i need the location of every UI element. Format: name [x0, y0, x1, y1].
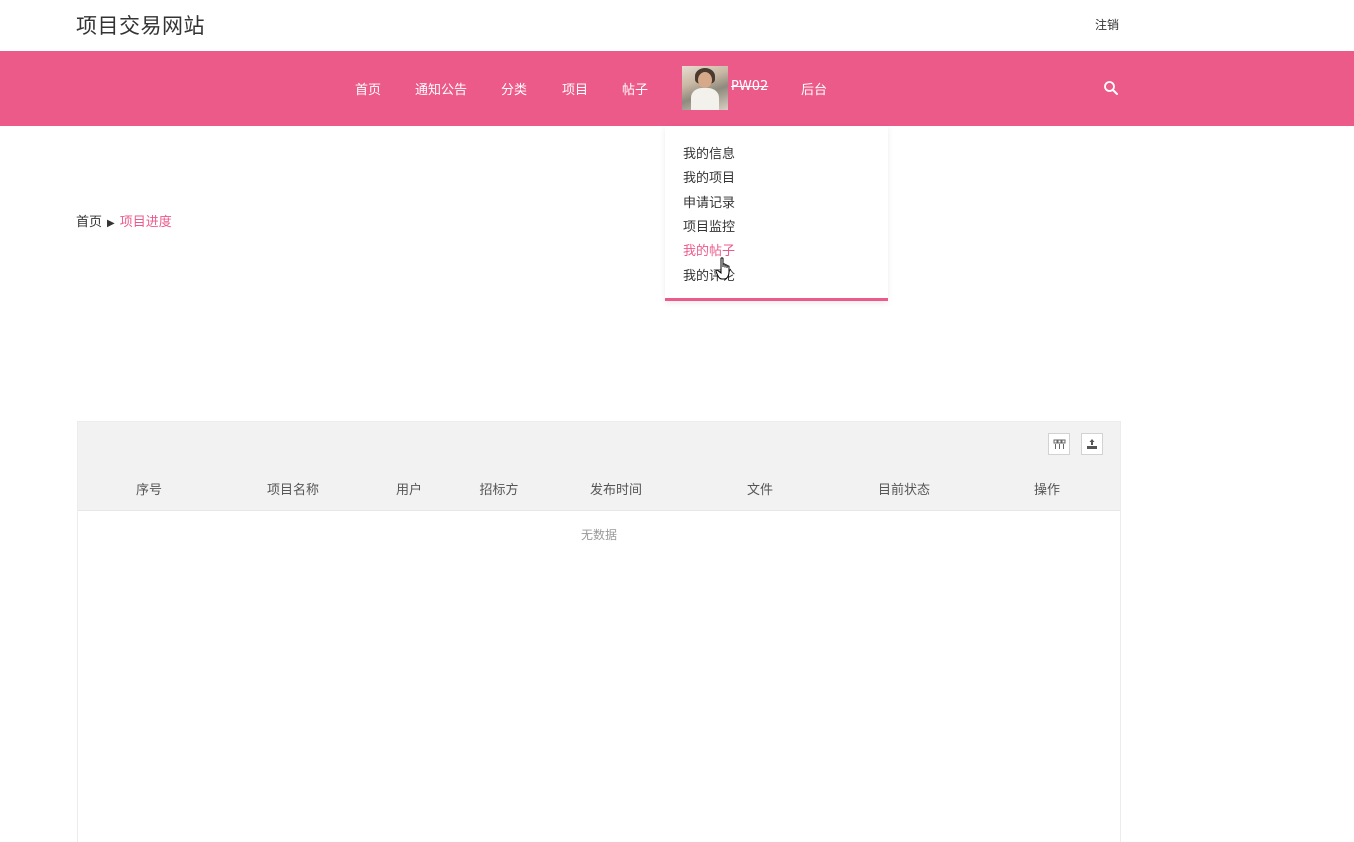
table-header: 序号 项目名称 用户 招标方 发布时间 文件 目前状态 操作: [78, 422, 1120, 511]
table-empty-message: 无数据: [580, 528, 618, 542]
menu-item-application-records[interactable]: 申请记录: [683, 192, 735, 211]
columns-toggle-button[interactable]: [1048, 433, 1070, 455]
menu-item-project-monitor[interactable]: 项目监控: [683, 216, 735, 235]
column-header-file: 文件: [746, 483, 774, 498]
hand-cursor-icon: [715, 257, 730, 280]
user-menu-trigger[interactable]: PW02: [731, 79, 768, 94]
project-progress-table: 序号 项目名称 用户 招标方 发布时间 文件 目前状态 操作 无数据: [77, 421, 1121, 842]
nav-item-posts[interactable]: 帖子: [622, 79, 648, 98]
main-nav: 首页 通知公告 分类 项目 帖子 PW02 后台: [0, 51, 1354, 126]
breadcrumb-current: 项目进度: [119, 215, 172, 230]
export-button[interactable]: [1081, 433, 1103, 455]
breadcrumb-separator: ▶: [107, 218, 115, 229]
nav-item-categories[interactable]: 分类: [501, 79, 527, 98]
column-header-tenderer: 招标方: [479, 483, 519, 498]
breadcrumb: 首页 ▶ 项目进度: [76, 211, 172, 230]
nav-item-notices[interactable]: 通知公告: [415, 79, 467, 98]
site-title: 项目交易网站: [76, 14, 205, 38]
menu-item-my-info[interactable]: 我的信息: [683, 143, 735, 162]
nav-item-home[interactable]: 首页: [355, 79, 381, 98]
column-header-index: 序号: [135, 483, 163, 498]
columns-icon: [1053, 439, 1066, 449]
user-dropdown-menu: 我的信息 我的项目 申请记录 项目监控 我的帖子 我的评论: [665, 126, 888, 301]
logout-link[interactable]: 注销: [1095, 16, 1119, 33]
nav-item-projects[interactable]: 项目: [562, 79, 588, 98]
column-header-project-name: 项目名称: [266, 483, 320, 498]
menu-item-my-projects[interactable]: 我的项目: [683, 167, 735, 186]
search-icon[interactable]: [1103, 80, 1119, 96]
user-avatar[interactable]: [682, 66, 728, 110]
column-header-status: 目前状态: [877, 483, 931, 498]
nav-item-admin[interactable]: 后台: [801, 79, 827, 98]
column-header-user: 用户: [395, 483, 423, 498]
top-header: 项目交易网站 注销: [0, 0, 1354, 51]
export-icon: [1087, 439, 1097, 449]
column-header-publish-time: 发布时间: [589, 483, 643, 498]
column-header-actions: 操作: [1033, 483, 1061, 498]
breadcrumb-home[interactable]: 首页: [76, 215, 102, 230]
